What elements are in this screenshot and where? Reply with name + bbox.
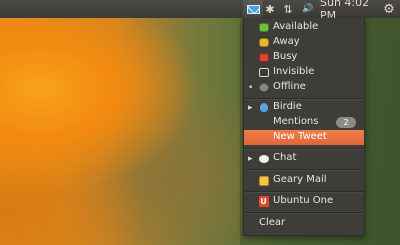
network-arrows-icon: ⇅ bbox=[283, 2, 293, 16]
chat-label: Chat bbox=[273, 152, 297, 163]
chat-bubble-icon bbox=[258, 153, 269, 164]
speaker-icon: 🔊 bbox=[302, 4, 314, 14]
bluetooth-indicator[interactable]: ✱ bbox=[263, 0, 277, 18]
status-invisible-icon bbox=[258, 67, 269, 78]
top-panel: ✱ ⇅ 🔊 Sun 4:02 PM ⚙ bbox=[0, 0, 400, 22]
envelope-icon bbox=[246, 4, 260, 14]
status-invisible-label: Invisible bbox=[273, 66, 315, 77]
session-indicator[interactable]: ⚙ bbox=[380, 0, 398, 18]
status-busy-icon bbox=[258, 52, 269, 63]
messaging-indicator[interactable] bbox=[243, 0, 263, 18]
network-indicator[interactable]: ⇅ bbox=[279, 0, 297, 18]
geary-mail-item[interactable]: Geary Mail bbox=[244, 173, 364, 188]
app-running-arrow-icon: ▸ bbox=[248, 153, 253, 164]
birdie-icon bbox=[258, 102, 269, 113]
status-offline-label: Offline bbox=[273, 81, 306, 92]
app-running-arrow-icon: ▸ bbox=[248, 102, 253, 113]
sound-indicator[interactable]: 🔊 bbox=[299, 0, 317, 18]
bluetooth-icon: ✱ bbox=[265, 2, 275, 16]
mentions-label: Mentions bbox=[273, 116, 319, 127]
geary-mail-label: Geary Mail bbox=[273, 174, 327, 185]
geary-mail-icon bbox=[258, 175, 269, 186]
status-away-item[interactable]: Away bbox=[244, 35, 364, 50]
gear-power-icon: ⚙ bbox=[383, 1, 395, 17]
ubuntu-one-icon: U bbox=[258, 196, 269, 207]
new-tweet-item[interactable]: New Tweet bbox=[244, 130, 364, 145]
status-away-icon bbox=[258, 37, 269, 48]
birdie-app-item[interactable]: ▸ Birdie bbox=[244, 100, 364, 115]
menu-separator bbox=[245, 212, 363, 214]
menu-separator bbox=[245, 191, 363, 193]
clear-item[interactable]: Clear bbox=[244, 216, 364, 231]
status-available-item[interactable]: Available bbox=[244, 20, 364, 35]
clock-indicator[interactable]: Sun 4:02 PM bbox=[320, 0, 378, 22]
status-invisible-item[interactable]: Invisible bbox=[244, 65, 364, 80]
ubuntu-one-item[interactable]: U Ubuntu One bbox=[244, 194, 364, 209]
birdie-label: Birdie bbox=[273, 101, 302, 112]
status-busy-item[interactable]: Busy bbox=[244, 50, 364, 65]
new-tweet-label: New Tweet bbox=[273, 131, 327, 142]
chat-app-item[interactable]: ▸ Chat bbox=[244, 151, 364, 166]
status-offline-icon bbox=[258, 82, 269, 93]
status-available-icon bbox=[258, 22, 269, 33]
menu-separator bbox=[245, 169, 363, 171]
birdie-mentions-item[interactable]: Mentions 2 bbox=[244, 115, 364, 130]
status-available-label: Available bbox=[273, 21, 319, 32]
status-away-label: Away bbox=[273, 36, 300, 47]
selected-bullet-icon: • bbox=[248, 82, 254, 93]
clear-label: Clear bbox=[259, 217, 286, 228]
ubuntu-one-label: Ubuntu One bbox=[273, 195, 334, 206]
status-offline-item[interactable]: • Offline bbox=[244, 80, 364, 95]
messaging-menu: Available Away Busy Invisible • Offline … bbox=[243, 18, 365, 236]
menu-separator bbox=[245, 148, 363, 150]
status-busy-label: Busy bbox=[273, 51, 298, 62]
mentions-count-badge: 2 bbox=[336, 117, 356, 128]
